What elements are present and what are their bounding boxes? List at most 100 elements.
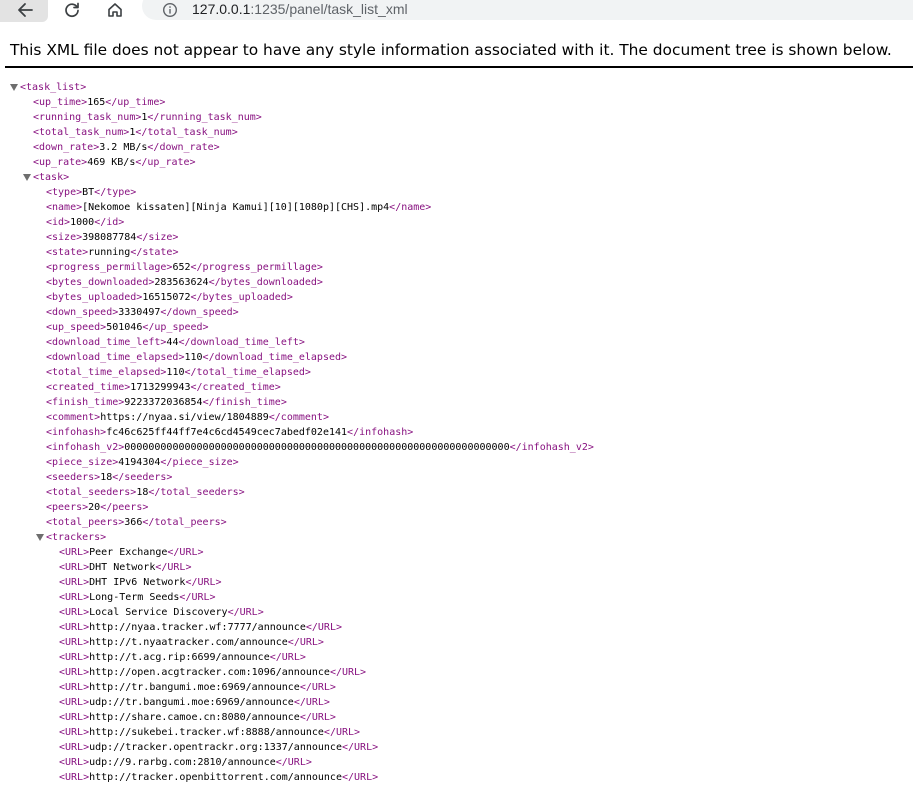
xml-open-tag: <finish_time> [46, 397, 125, 408]
site-info-icon[interactable] [159, 0, 181, 20]
xml-line: <peers>20</peers> [0, 500, 913, 515]
xml-text-value: http://tracker.openbittorrent.com/announ… [89, 772, 342, 783]
xml-open-tag: <down_rate> [33, 142, 100, 153]
xml-text-value: 283563624 [154, 277, 209, 288]
xml-text-value: http://t.nyaatracker.com/announce [89, 637, 288, 648]
xml-open-tag: <bytes_uploaded> [46, 292, 143, 303]
reload-icon[interactable] [61, 0, 83, 20]
xml-close-tag: </type> [94, 187, 137, 198]
xml-text-value: 18 [136, 487, 149, 498]
xml-text-value: http://tr.bangumi.moe:6969/announce [89, 682, 300, 693]
xml-text-value: 110 [184, 352, 203, 363]
xml-open-tag: <URL> [59, 697, 90, 708]
xml-open-tag: <up_time> [33, 97, 88, 108]
xml-close-tag: </total_seeders> [148, 487, 245, 498]
xml-open-tag: <URL> [59, 637, 90, 648]
xml-open-tag: <piece_size> [46, 457, 119, 468]
xml-close-tag: </total_peers> [142, 517, 227, 528]
xml-open-tag: <URL> [59, 727, 90, 738]
xml-close-tag: </comment> [268, 412, 329, 423]
xml-line: <URL>http://tracker.openbittorrent.com/a… [0, 770, 913, 785]
xml-open-tag: <up_rate> [33, 157, 88, 168]
xml-line: <URL>DHT IPv6 Network</URL> [0, 575, 913, 590]
xml-line: <download_time_elapsed>110</download_tim… [0, 350, 913, 365]
xml-text-value: udp://tracker.opentrackr.org:1337/announ… [89, 742, 342, 753]
xml-text-value: [Nekomoe kissaten][Ninja Kamui][10][1080… [82, 202, 390, 213]
xml-open-tag: <name> [46, 202, 83, 213]
xml-open-tag: <URL> [59, 757, 90, 768]
xml-line: <URL>http://sukebei.tracker.wf:8888/anno… [0, 725, 913, 740]
xml-line: <task_list> [0, 80, 913, 95]
xml-close-tag: </created_time> [190, 382, 281, 393]
xml-line: <bytes_downloaded>283563624</bytes_downl… [0, 275, 913, 290]
xml-open-tag: <total_peers> [46, 517, 125, 528]
xml-text-value: 469 KB/s [87, 157, 136, 168]
xml-line: <URL>http://t.nyaatracker.com/announce</… [0, 635, 913, 650]
url-text[interactable]: 127.0.0.1:1235/panel/task_list_xml [192, 1, 408, 17]
xml-line: <total_peers>366</total_peers> [0, 515, 913, 530]
xml-close-tag: </up_time> [105, 97, 166, 108]
xml-close-tag: </URL> [329, 667, 367, 678]
xml-close-tag: </up_rate> [135, 157, 196, 168]
collapse-toggle-icon[interactable] [10, 84, 18, 91]
xml-open-tag: <down_speed> [46, 307, 119, 318]
xml-close-tag: </total_time_elapsed> [184, 367, 311, 378]
xml-line: <total_time_elapsed>110</total_time_elap… [0, 365, 913, 380]
xml-open-tag: <peers> [46, 502, 89, 513]
xml-text-value: Long-Term Seeds [89, 592, 180, 603]
url-host: 127.0.0.1 [192, 1, 251, 17]
xml-open-tag: <type> [46, 187, 83, 198]
xml-close-tag: </URL> [305, 622, 342, 633]
xml-line: <URL>Long-Term Seeds</URL> [0, 590, 913, 605]
xml-close-tag: </size> [136, 232, 179, 243]
xml-line: <URL>DHT Network</URL> [0, 560, 913, 575]
xml-text-value: 16515072 [142, 292, 191, 303]
xml-open-tag: <URL> [59, 667, 90, 678]
xml-close-tag: </bytes_uploaded> [190, 292, 293, 303]
xml-line: <URL>http://share.camoe.cn:8080/announce… [0, 710, 913, 725]
xml-open-tag: <infohash_v2> [46, 442, 125, 453]
xml-close-tag: </URL> [341, 772, 379, 783]
xml-open-tag: <URL> [59, 712, 90, 723]
xml-open-tag: <size> [46, 232, 83, 243]
xml-open-tag: <infohash> [46, 427, 107, 438]
xml-text-value: https://nyaa.si/view/1804889 [100, 412, 269, 423]
xml-line: <piece_size>4194304</piece_size> [0, 455, 913, 470]
xml-line: <finish_time>9223372036854</finish_time> [0, 395, 913, 410]
browser-toolbar: 127.0.0.1:1235/panel/task_list_xml [0, 0, 913, 22]
xml-close-tag: </URL> [185, 577, 222, 588]
xml-open-tag: <running_task_num> [33, 112, 142, 123]
xml-text-value: 1713299943 [130, 382, 191, 393]
xml-open-tag: <trackers> [46, 532, 107, 543]
xml-line: <name>[Nekomoe kissaten][Ninja Kamui][10… [0, 200, 913, 215]
xml-text-value: 4194304 [118, 457, 161, 468]
home-icon[interactable] [104, 0, 126, 20]
xml-text-value: 165 [87, 97, 106, 108]
xml-line: <URL>udp://tr.bangumi.moe:6969/announce<… [0, 695, 913, 710]
xml-open-tag: <URL> [59, 577, 90, 588]
back-button[interactable] [0, 0, 48, 22]
collapse-toggle-icon[interactable] [23, 174, 31, 181]
xml-text-value: 9223372036854 [124, 397, 203, 408]
xml-open-tag: <comment> [46, 412, 101, 423]
xml-text-value: http://share.camoe.cn:8080/announce [89, 712, 300, 723]
xml-close-tag: </peers> [100, 502, 149, 513]
xml-line: <up_rate>469 KB/s</up_rate> [0, 155, 913, 170]
xml-close-tag: </URL> [275, 757, 312, 768]
xml-close-tag: </URL> [269, 652, 306, 663]
collapse-toggle-icon[interactable] [36, 534, 44, 541]
arrow-left-icon [14, 0, 36, 20]
xml-text-value: http://nyaa.tracker.wf:7777/announce [89, 622, 306, 633]
xml-open-tag: <URL> [59, 592, 90, 603]
xml-close-tag: </infohash> [347, 427, 414, 438]
xml-open-tag: <URL> [59, 562, 90, 573]
xml-close-tag: </URL> [179, 592, 216, 603]
xml-close-tag: </URL> [299, 712, 336, 723]
xml-line: <total_seeders>18</total_seeders> [0, 485, 913, 500]
xml-open-tag: <download_time_elapsed> [46, 352, 185, 363]
xml-line: <URL>Peer Exchange</URL> [0, 545, 913, 560]
xml-open-tag: <total_task_num> [33, 127, 130, 138]
xml-text-value: 20 [88, 502, 101, 513]
xml-line: <URL>http://open.acgtracker.com:1096/ann… [0, 665, 913, 680]
xml-line: <trackers> [0, 530, 913, 545]
